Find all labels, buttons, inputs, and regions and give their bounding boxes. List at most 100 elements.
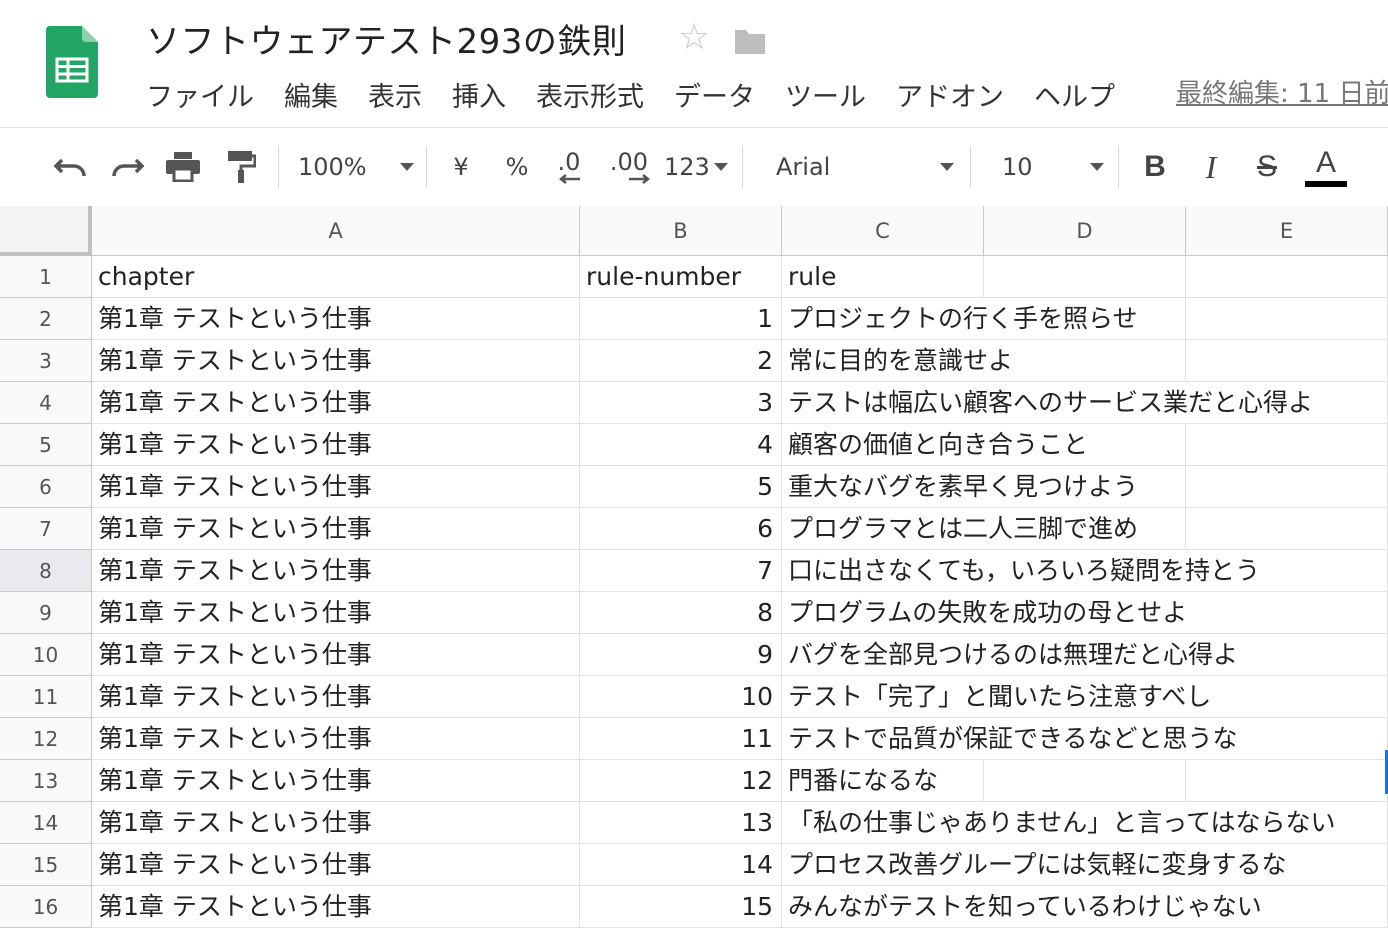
cell-a[interactable]: 第1章 テストという仕事 [92,760,580,802]
menu-help[interactable]: ヘルプ [1034,78,1115,118]
cell-empty[interactable] [1186,676,1388,718]
cell-empty[interactable] [1186,592,1388,634]
cell-a[interactable]: 第1章 テストという仕事 [92,382,580,424]
row-header[interactable]: 16 [0,886,92,928]
sheets-logo-icon[interactable] [46,26,98,98]
decrease-decimal-button[interactable]: .0 [548,128,590,206]
cell-empty[interactable] [984,298,1186,340]
cell-empty[interactable] [984,466,1186,508]
row-header[interactable]: 9 [0,592,92,634]
cell-b[interactable]: 13 [580,802,782,844]
row-header[interactable]: 14 [0,802,92,844]
row-header[interactable]: 10 [0,634,92,676]
cell-c[interactable]: テストは幅広い顧客へのサービス業だと心得よ [782,382,1313,424]
cell-a[interactable]: 第1章 テストという仕事 [92,886,580,928]
cell-b[interactable]: 10 [580,676,782,718]
cell-c[interactable]: テスト「完了」と聞いたら注意すべし [782,676,1211,718]
cell-a[interactable]: 第1章 テストという仕事 [92,466,580,508]
cell-a[interactable]: 第1章 テストという仕事 [92,634,580,676]
last-edit-link[interactable]: 最終編集: 11 日前 [1176,74,1388,114]
cell-b[interactable]: rule-number [580,256,782,298]
menu-file[interactable]: ファイル [146,78,254,118]
cell-b[interactable]: 7 [580,550,782,592]
print-button[interactable] [162,128,204,206]
row-header[interactable]: 13 [0,760,92,802]
row-header[interactable]: 8 [0,550,92,592]
cell-empty[interactable] [1186,298,1388,340]
cell-c[interactable]: 「私の仕事じゃありません」と言ってはならない [782,802,1336,844]
cell-empty[interactable] [1186,634,1388,676]
bold-button[interactable]: B [1138,128,1172,206]
cell-c[interactable]: バグを全部見つけるのは無理だと心得よ [782,634,1238,676]
cell-empty[interactable] [1186,718,1388,760]
cell-empty[interactable] [984,718,1186,760]
cell-a[interactable]: 第1章 テストという仕事 [92,508,580,550]
cell-empty[interactable] [984,550,1186,592]
cell-a[interactable]: 第1章 テストという仕事 [92,424,580,466]
cell-empty[interactable] [1186,340,1388,382]
cell-c[interactable]: 常に目的を意識せよ [782,340,1013,382]
cell-empty[interactable] [984,382,1186,424]
cell-c[interactable]: 口に出さなくても，いろいろ疑問を持とう [782,550,1260,592]
cell-c[interactable]: プロセス改善グループには気軽に変身するな [782,844,1287,886]
cell-empty[interactable] [984,760,1186,802]
text-color-button[interactable]: A [1304,128,1348,206]
more-formats-button[interactable]: 123 [664,128,728,206]
row-header[interactable]: 7 [0,508,92,550]
cell-c[interactable]: みんながテストを知っているわけじゃない [782,886,1262,928]
column-header-a[interactable]: A [92,206,580,256]
cell-empty[interactable] [1186,802,1388,844]
cell-b[interactable]: 6 [580,508,782,550]
column-header-c[interactable]: C [782,206,984,256]
font-select[interactable]: Arial [776,128,954,206]
cell-b[interactable]: 4 [580,424,782,466]
cell-c[interactable]: プログラムの失敗を成功の母とせよ [782,592,1187,634]
cell-b[interactable]: 9 [580,634,782,676]
cell-c[interactable]: 重大なバグを素早く見つけよう [782,466,1138,508]
cell-b[interactable]: 8 [580,592,782,634]
folder-icon[interactable] [733,28,767,56]
row-header[interactable]: 15 [0,844,92,886]
cell-empty[interactable] [1186,424,1388,466]
cell-b[interactable]: 2 [580,340,782,382]
cell-c[interactable]: 門番になるな [782,760,984,802]
menu-tools[interactable]: ツール [785,78,866,118]
spreadsheet-grid[interactable]: A B C D E 1 chapter rule-number rule 2 第1章 テス… [0,206,1388,934]
cell-empty[interactable] [1186,508,1388,550]
strikethrough-button[interactable]: S [1250,128,1284,206]
row-header[interactable]: 6 [0,466,92,508]
cell-c[interactable]: プログラマとは二人三脚で進め [782,508,1138,550]
cell-empty[interactable] [1186,382,1388,424]
cell-empty[interactable] [1186,760,1388,802]
cell-empty[interactable] [984,676,1186,718]
cell-c[interactable]: テストで品質が保証できるなどと思うな [782,718,1238,760]
cell-a[interactable]: 第1章 テストという仕事 [92,298,580,340]
cell-empty[interactable] [984,844,1186,886]
cell-a[interactable]: 第1章 テストという仕事 [92,550,580,592]
cell-empty[interactable] [1186,466,1388,508]
cell-empty[interactable] [984,340,1186,382]
italic-button[interactable]: I [1194,128,1228,206]
undo-button[interactable] [50,128,92,206]
cell-b[interactable]: 15 [580,886,782,928]
cell-a[interactable]: 第1章 テストという仕事 [92,592,580,634]
row-header[interactable]: 1 [0,256,92,298]
cell-empty[interactable] [984,256,1186,298]
cell-a[interactable]: chapter [92,256,580,298]
zoom-select[interactable]: 100% [298,128,414,206]
menu-addons[interactable]: アドオン [896,78,1004,118]
row-header[interactable]: 12 [0,718,92,760]
document-title[interactable]: ソフトウェアテスト293の鉄則 [146,14,626,63]
cell-b[interactable]: 14 [580,844,782,886]
menu-edit[interactable]: 編集 [284,78,338,118]
cell-b[interactable]: 5 [580,466,782,508]
cell-a[interactable]: 第1章 テストという仕事 [92,676,580,718]
column-header-d[interactable]: D [984,206,1186,256]
font-size-select[interactable]: 10 [1002,128,1104,206]
increase-decimal-button[interactable]: .00 [604,128,654,206]
cell-empty[interactable] [984,508,1186,550]
select-all-corner[interactable] [0,206,92,256]
cell-b[interactable]: 12 [580,760,782,802]
cell-a[interactable]: 第1章 テストという仕事 [92,718,580,760]
menu-data[interactable]: データ [674,78,755,118]
